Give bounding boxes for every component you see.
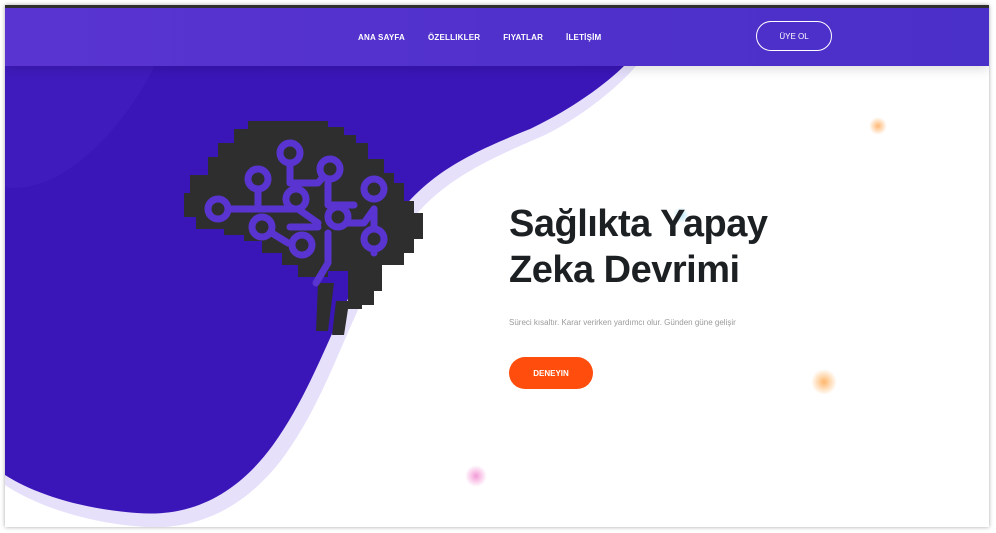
nav-contact[interactable]: İLETİŞİM [566, 33, 601, 42]
nav-home[interactable]: ANA SAYFA [358, 33, 405, 42]
glow-dot-pink [465, 465, 487, 487]
brain-circuit-icon [184, 121, 423, 335]
nav-links: ANA SAYFA ÖZELLIKLER FIYATLAR İLETİŞİM [358, 8, 624, 66]
hero-title-line2: Zeka Devrimi [509, 249, 740, 291]
try-button[interactable]: DENEYIN [509, 357, 593, 389]
hero-subtitle: Süreci kısaltır. Karar verirken yardımcı… [509, 318, 736, 327]
hero-title-line1: Sağlıkta Yapay [509, 203, 768, 245]
page-frame: ANA SAYFA ÖZELLIKLER FIYATLAR İLETİŞİM Ü… [5, 5, 989, 527]
hero-title: Sağlıkta Yapay Zeka Devrimi [509, 201, 768, 293]
glow-dot-orange-mid [811, 369, 837, 395]
window-top-border [5, 5, 989, 8]
signup-button[interactable]: ÜYE OL [756, 21, 832, 51]
glow-dot-orange-top [869, 117, 887, 135]
hero-background [5, 65, 637, 527]
navbar: ANA SAYFA ÖZELLIKLER FIYATLAR İLETİŞİM Ü… [5, 8, 989, 66]
nav-pricing[interactable]: FIYATLAR [503, 33, 543, 42]
nav-features[interactable]: ÖZELLIKLER [428, 33, 480, 42]
